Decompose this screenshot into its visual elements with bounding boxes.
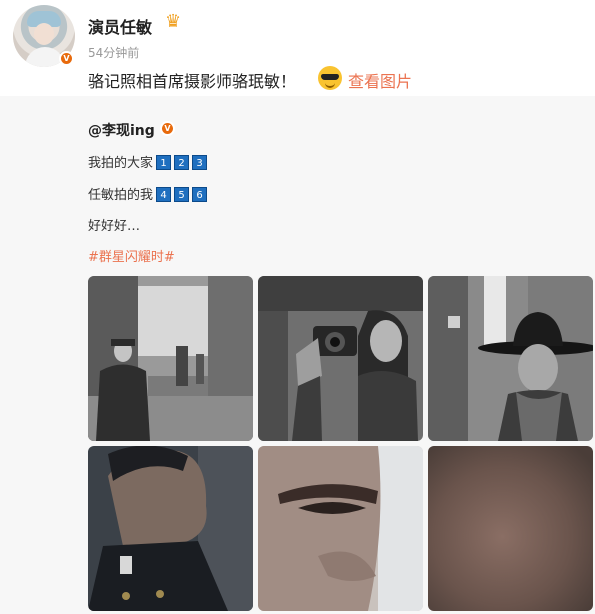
view-images-link[interactable]: 查看图片	[348, 68, 412, 92]
repost-line-2: 任敏拍的我 4 5 6	[88, 184, 208, 203]
number-3-icon: 3	[192, 155, 208, 170]
post-header: V 演员任敏 ♛ 54分钟前 骆记照相首席摄影师骆珉敏！ 查看图片	[0, 0, 595, 96]
repost-line-1-text: 我拍的大家	[88, 156, 154, 171]
eye-closeup-photo[interactable]	[258, 446, 423, 611]
repost-author[interactable]: @李现ing	[88, 120, 155, 140]
repost-line-2-text: 任敏拍的我	[88, 188, 154, 203]
repost-line-1: 我拍的大家 1 2 3	[88, 152, 208, 171]
number-5-icon: 5	[174, 187, 190, 202]
verified-badge-icon: V	[160, 121, 175, 136]
repost-line-3: 好好好…	[88, 219, 141, 234]
man-in-alley-street-photo[interactable]	[88, 276, 253, 441]
number-1-icon: 1	[156, 155, 172, 170]
man-in-black-hat-photo[interactable]	[428, 276, 593, 441]
timestamp[interactable]: 54分钟前	[88, 44, 139, 61]
hashtag-link[interactable]: #群星闪耀时#	[88, 246, 175, 265]
woman-with-camera-photo[interactable]	[258, 276, 423, 441]
number-6-icon: 6	[192, 187, 208, 202]
verified-badge-icon: V	[59, 51, 74, 66]
blurred-skin-closeup-photo[interactable]	[428, 446, 593, 611]
man-profile-uniform-photo[interactable]	[88, 446, 253, 611]
number-4-icon: 4	[156, 187, 172, 202]
crown-icon: ♛	[165, 11, 182, 32]
repost-box[interactable]: @李现ing V 我拍的大家 1 2 3 任敏拍的我 4 5 6 好好好… #群星闪耀时#	[0, 96, 595, 614]
username[interactable]: 演员任敏	[88, 14, 152, 38]
post-text: 骆记照相首席摄影师骆珉敏！	[88, 72, 297, 91]
number-2-icon: 2	[174, 155, 190, 170]
sunglasses-emoji-icon	[318, 66, 342, 90]
